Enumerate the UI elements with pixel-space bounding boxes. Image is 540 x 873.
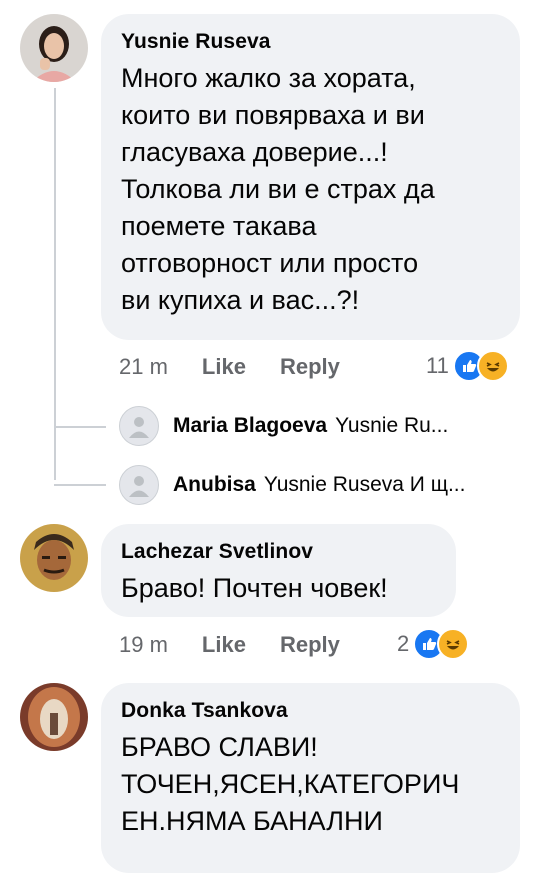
comment-actions: 19 m Like Reply (119, 630, 340, 660)
comment-author[interactable]: Yusnie Ruseva (121, 30, 500, 54)
avatar[interactable] (20, 683, 88, 751)
comment-author[interactable]: Lachezar Svetlinov (121, 540, 436, 564)
comment-bubble: Donka Tsankova БРАВО СЛАВИ! ТОЧЕН,ЯСЕН,К… (101, 683, 520, 873)
reply-preview[interactable]: Anubisa Yusnie Ruseva И щ... (119, 465, 519, 505)
thread-connector (54, 88, 56, 480)
reaction-summary[interactable]: 2 (397, 628, 470, 660)
reply-author[interactable]: Anubisa (173, 473, 256, 497)
avatar-photo (20, 524, 88, 592)
avatar[interactable] (20, 14, 88, 82)
comment-bubble: Lachezar Svetlinov Браво! Почтен човек! (101, 524, 456, 617)
avatar[interactable] (20, 524, 88, 592)
comment-bubble: Yusnie Ruseva Много жалко за хората, кои… (101, 14, 520, 340)
default-avatar-icon (129, 417, 149, 438)
comment-actions: 21 m Like Reply (119, 352, 340, 382)
reaction-count: 2 (397, 631, 410, 656)
thread-connector (54, 426, 106, 428)
reaction-summary[interactable]: 11 (426, 350, 509, 382)
like-button[interactable]: Like (202, 354, 246, 380)
avatar-photo (20, 683, 88, 751)
avatar[interactable] (119, 465, 159, 505)
reply-snippet: Yusnie Ru... (335, 414, 449, 437)
haha-icon (476, 350, 509, 382)
like-button[interactable]: Like (202, 632, 246, 658)
comment-text: Браво! Почтен човек! (121, 573, 388, 603)
reply-author[interactable]: Maria Blagoeva (173, 414, 327, 438)
avatar[interactable] (119, 406, 159, 446)
comment-text: Много жалко за хората, които ви повярвах… (121, 63, 435, 315)
comment-timestamp[interactable]: 21 m (119, 354, 168, 380)
haha-icon (437, 628, 470, 660)
reply-snippet: Yusnie Ruseva И щ... (263, 473, 466, 496)
reply-preview[interactable]: Maria Blagoeva Yusnie Ru... (119, 406, 519, 446)
comment-text: БРАВО СЛАВИ! ТОЧЕН,ЯСЕН,КАТЕГОРИЧ ЕН.НЯМ… (121, 732, 460, 836)
reaction-count: 11 (426, 353, 449, 378)
reply-button[interactable]: Reply (280, 632, 340, 658)
comment-author[interactable]: Donka Tsankova (121, 699, 500, 723)
comment-timestamp[interactable]: 19 m (119, 632, 168, 658)
default-avatar-icon (129, 476, 149, 497)
reply-button[interactable]: Reply (280, 354, 340, 380)
avatar-photo (20, 14, 88, 82)
thread-connector (54, 484, 106, 486)
